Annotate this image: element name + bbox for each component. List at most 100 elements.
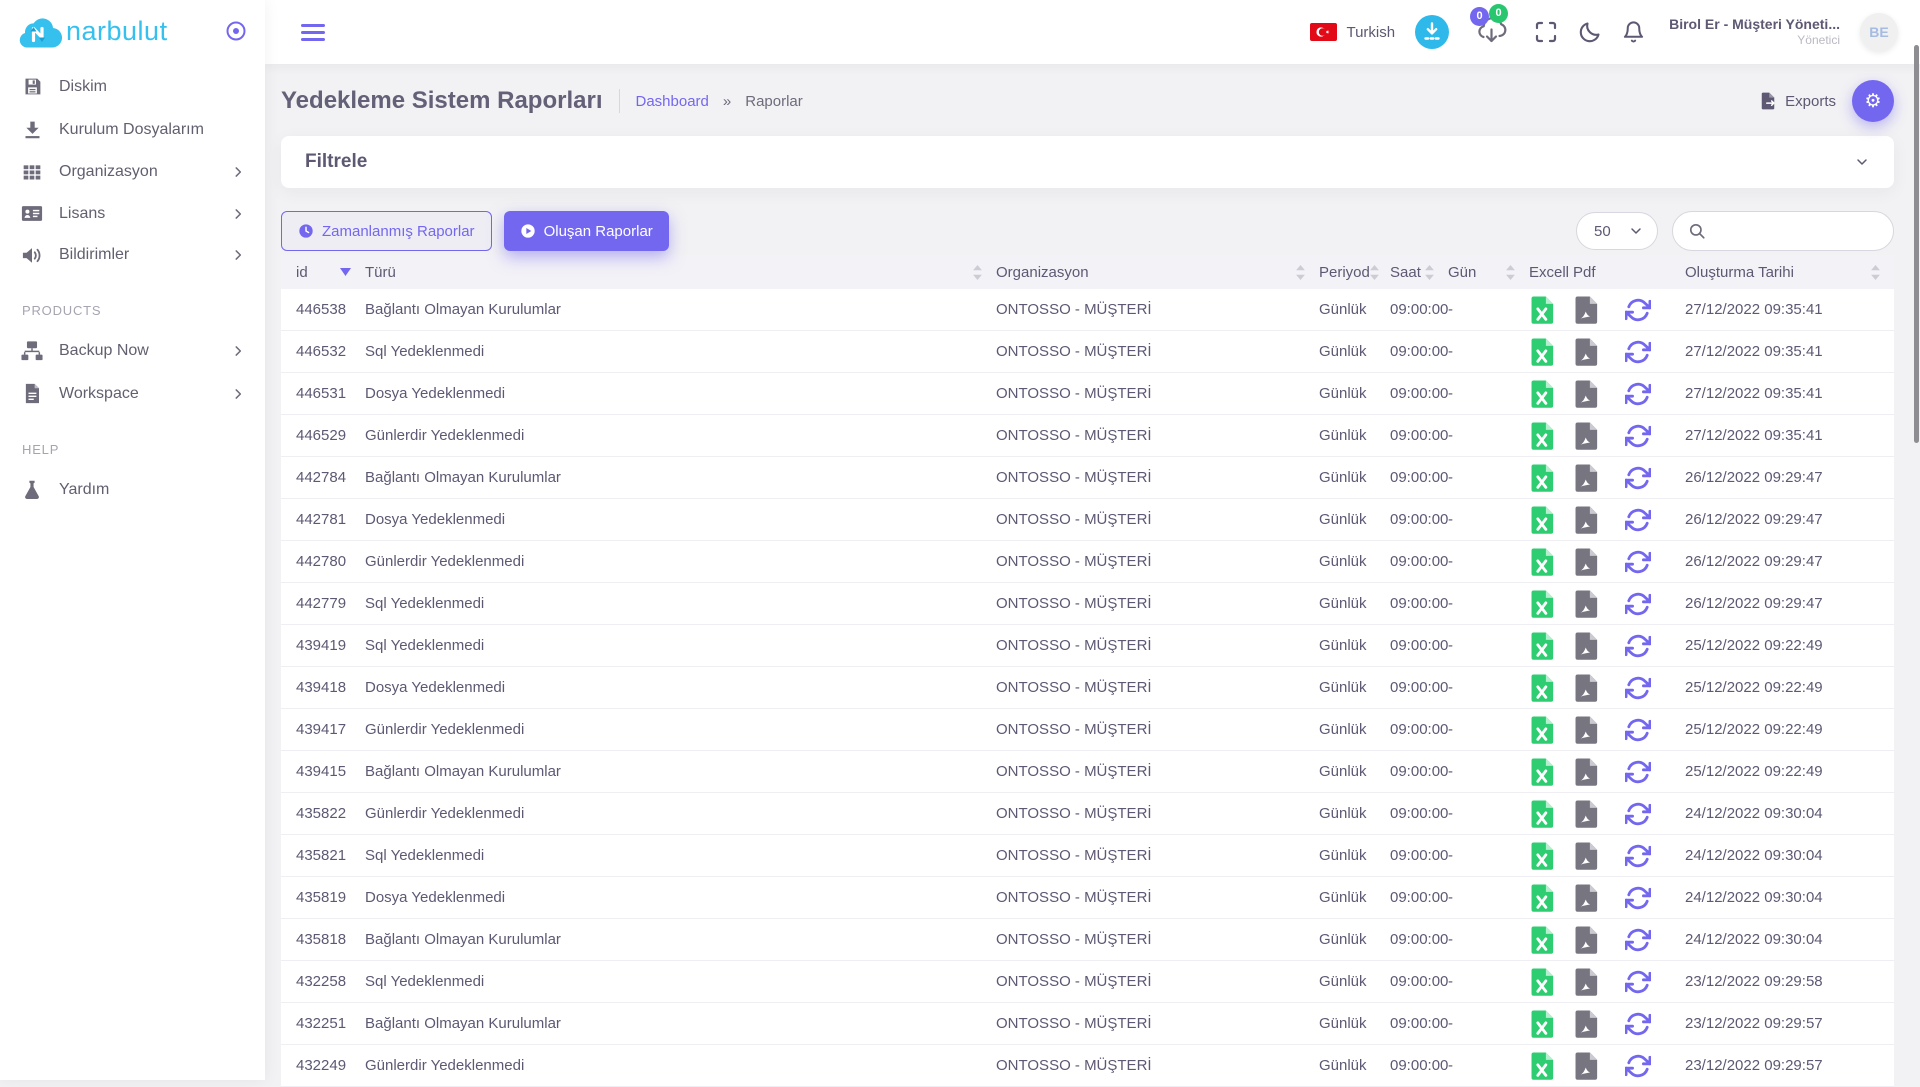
sidebar-item-lisans[interactable]: Lisans (0, 194, 265, 233)
excel-download-button[interactable] (1531, 758, 1554, 786)
exports-button[interactable]: Exports (1758, 91, 1836, 111)
regenerate-report-button[interactable] (1625, 633, 1651, 659)
sidebar-pin-icon[interactable] (225, 20, 247, 42)
regenerate-report-button[interactable] (1625, 969, 1651, 995)
scheduled-reports-button[interactable]: Zamanlanmış Raporlar (281, 211, 492, 251)
regenerate-report-button[interactable] (1625, 927, 1651, 953)
fullscreen-button[interactable] (1534, 20, 1558, 44)
regenerate-report-button[interactable] (1625, 717, 1651, 743)
excel-download-button[interactable] (1531, 506, 1554, 534)
column-header-tarih[interactable]: Oluşturma Tarihi (1685, 264, 1894, 281)
regenerate-report-button[interactable] (1625, 675, 1651, 701)
excel-download-button[interactable] (1531, 842, 1554, 870)
regenerate-report-button[interactable] (1625, 549, 1651, 575)
pdf-download-button[interactable] (1575, 1052, 1598, 1080)
cell-periyod: Günlük (1319, 805, 1390, 822)
regenerate-report-button[interactable] (1625, 843, 1651, 869)
pdf-download-button[interactable] (1575, 800, 1598, 828)
pdf-download-button[interactable] (1575, 632, 1598, 660)
regenerate-report-button[interactable] (1625, 297, 1651, 323)
pdf-download-button[interactable] (1575, 380, 1598, 408)
sidebar-item-workspace[interactable]: Workspace (0, 373, 265, 414)
pdf-download-button[interactable] (1575, 422, 1598, 450)
regenerate-report-button[interactable] (1625, 507, 1651, 533)
column-header-id[interactable]: id (296, 264, 365, 281)
pdf-download-button[interactable] (1575, 674, 1598, 702)
cell-saat: 09:00:00 (1390, 889, 1448, 906)
pdf-download-button[interactable] (1575, 506, 1598, 534)
sidebar-item-kurulum-dosyalar-m[interactable]: Kurulum Dosyalarım (0, 109, 265, 150)
regenerate-report-button[interactable] (1625, 339, 1651, 365)
menu-toggle-button[interactable] (301, 24, 325, 41)
pdf-download-button[interactable] (1575, 884, 1598, 912)
regenerate-report-button[interactable] (1625, 759, 1651, 785)
regenerate-report-button[interactable] (1625, 1053, 1651, 1079)
column-header-periyod[interactable]: Periyod (1319, 264, 1390, 281)
pdf-download-button[interactable] (1575, 842, 1598, 870)
pdf-download-button[interactable] (1575, 296, 1598, 324)
filter-panel[interactable]: Filtrele (281, 136, 1894, 188)
sidebar-item-bildirimler[interactable]: Bildirimler (0, 235, 265, 275)
regenerate-report-button[interactable] (1625, 423, 1651, 449)
pdf-download-button[interactable] (1575, 464, 1598, 492)
excel-download-button[interactable] (1531, 1052, 1554, 1080)
regenerate-report-button[interactable] (1625, 465, 1651, 491)
cell-id: 432258 (296, 973, 365, 990)
pdf-download-button[interactable] (1575, 716, 1598, 744)
excel-download-button[interactable] (1531, 1010, 1554, 1038)
sort-icon (1296, 265, 1305, 280)
scrollbar[interactable] (1914, 45, 1919, 443)
regenerate-report-button[interactable] (1625, 885, 1651, 911)
pdf-download-button[interactable] (1575, 338, 1598, 366)
regenerate-report-button[interactable] (1625, 591, 1651, 617)
cell-saat: 09:00:00 (1390, 301, 1448, 318)
pdf-download-button[interactable] (1575, 926, 1598, 954)
language-selector[interactable]: Turkish (1310, 23, 1395, 41)
pdf-download-button[interactable] (1575, 758, 1598, 786)
search-input[interactable] (1714, 223, 1878, 240)
excel-download-button[interactable] (1531, 464, 1554, 492)
page-size-select[interactable]: 50 (1576, 212, 1658, 250)
settings-button[interactable]: ⚙ (1852, 80, 1894, 122)
excel-download-button[interactable] (1531, 296, 1554, 324)
excel-download-button[interactable] (1531, 632, 1554, 660)
dark-mode-toggle[interactable] (1578, 20, 1602, 44)
breadcrumb: Dashboard » Raporlar (636, 93, 803, 110)
column-header-organizasyon[interactable]: Organizasyon (996, 264, 1319, 281)
excel-download-button[interactable] (1531, 338, 1554, 366)
regenerate-report-button[interactable] (1625, 381, 1651, 407)
breadcrumb-dashboard-link[interactable]: Dashboard (636, 93, 709, 110)
excel-download-button[interactable] (1531, 716, 1554, 744)
cloud-download-button[interactable]: 0 0 (1475, 15, 1508, 50)
excel-download-button[interactable] (1531, 548, 1554, 576)
sidebar-item-diskim[interactable]: Diskim (0, 66, 265, 107)
column-header-saat[interactable]: Saat (1390, 264, 1448, 281)
brand-logo[interactable]: narbulut (16, 14, 168, 48)
pdf-download-button[interactable] (1575, 1010, 1598, 1038)
excel-download-button[interactable] (1531, 800, 1554, 828)
column-header-gun[interactable]: Gün (1448, 264, 1529, 281)
excel-download-button[interactable] (1531, 968, 1554, 996)
regenerate-report-button[interactable] (1625, 801, 1651, 827)
sidebar-item-organizasyon[interactable]: Organizasyon (0, 152, 265, 192)
pdf-download-button[interactable] (1575, 548, 1598, 576)
pdf-download-button[interactable] (1575, 968, 1598, 996)
scheduled-reports-label: Zamanlanmış Raporlar (322, 223, 475, 240)
user-menu[interactable]: Birol Er - Müşteri Yöneti... Yönetici (1669, 16, 1840, 49)
generated-reports-button[interactable]: Oluşan Raporlar (504, 211, 669, 251)
excel-download-button[interactable] (1531, 926, 1554, 954)
download-circle-button[interactable] (1415, 15, 1449, 49)
notifications-button[interactable] (1622, 20, 1645, 44)
excel-download-button[interactable] (1531, 380, 1554, 408)
avatar[interactable]: BE (1860, 13, 1898, 51)
sidebar-item-yard-m[interactable]: Yardım (0, 469, 265, 510)
pdf-download-button[interactable] (1575, 590, 1598, 618)
column-header-turu[interactable]: Türü (365, 264, 996, 281)
regenerate-report-button[interactable] (1625, 1011, 1651, 1037)
excel-download-button[interactable] (1531, 422, 1554, 450)
excel-download-button[interactable] (1531, 884, 1554, 912)
excel-download-button[interactable] (1531, 590, 1554, 618)
sidebar-item-backup-now[interactable]: Backup Now (0, 330, 265, 371)
excel-download-button[interactable] (1531, 674, 1554, 702)
cell-periyod: Günlük (1319, 931, 1390, 948)
